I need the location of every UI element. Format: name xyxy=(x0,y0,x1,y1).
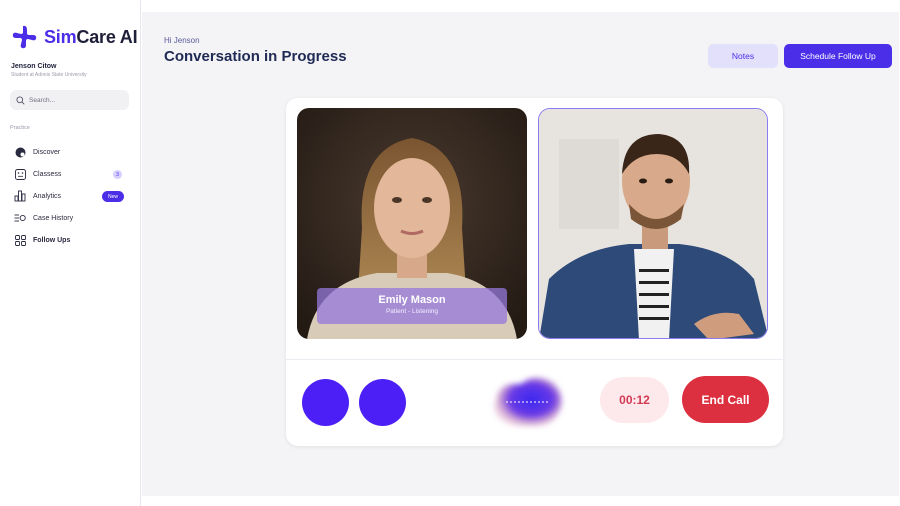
search-input[interactable]: Search... xyxy=(10,90,129,110)
camera-toggle-button[interactable] xyxy=(359,379,406,426)
sidebar-item-label: Follow Ups xyxy=(33,236,71,244)
sidebar-item-case-history[interactable]: Case History xyxy=(14,207,128,229)
notes-button[interactable]: Notes xyxy=(708,44,778,68)
sidebar-item-classes[interactable]: Classess 3 xyxy=(14,163,128,185)
classes-icon xyxy=(14,168,26,180)
sidebar-nav: Discover Classess 3 Analytics New Case H… xyxy=(14,141,128,251)
sidebar: SimCare AI Jenson Citow Student at Adoni… xyxy=(0,0,141,506)
schedule-follow-up-button[interactable]: Schedule Follow Up xyxy=(784,44,892,68)
user-name: Jenson Citow xyxy=(11,63,57,70)
patient-video: Emily Mason Patient - Listening xyxy=(297,108,527,339)
voice-wave-icon xyxy=(494,377,562,427)
sidebar-item-discover[interactable]: Discover xyxy=(14,141,128,163)
user-video xyxy=(538,108,768,339)
greeting: Hi Jenson xyxy=(164,36,200,45)
brand-logo[interactable]: SimCare AI xyxy=(12,24,138,50)
sidebar-item-follow-ups[interactable]: Follow Ups xyxy=(14,229,128,251)
end-call-button[interactable]: End Call xyxy=(682,376,769,423)
search-placeholder: Search... xyxy=(29,96,56,104)
divider xyxy=(286,359,783,360)
patient-name: Emily Mason xyxy=(378,294,446,306)
discover-icon xyxy=(14,146,26,158)
count-badge: 3 xyxy=(113,170,122,179)
call-panel: Emily Mason Patient - Listening 00:12 En… xyxy=(286,98,783,446)
user-subtitle: Student at Adonis State University xyxy=(11,72,87,78)
page-title: Conversation in Progress xyxy=(164,48,347,65)
section-label-practice: Practice xyxy=(10,125,30,131)
sidebar-item-analytics[interactable]: Analytics New xyxy=(14,185,128,207)
search-icon xyxy=(16,95,25,105)
mic-toggle-button[interactable] xyxy=(302,379,349,426)
follow-ups-icon xyxy=(14,234,26,246)
patient-caption: Emily Mason Patient - Listening xyxy=(317,288,507,324)
sidebar-item-label: Classess xyxy=(33,170,62,178)
sidebar-item-label: Case History xyxy=(33,214,74,222)
app-window: SimCare AI Jenson Citow Student at Adoni… xyxy=(0,0,900,506)
new-badge: New xyxy=(102,191,124,202)
brand-name: SimCare AI xyxy=(44,26,138,47)
main-content: Hi Jenson Conversation in Progress Notes… xyxy=(142,12,899,496)
call-timer: 00:12 xyxy=(600,377,669,423)
user-video-image xyxy=(539,109,767,338)
patient-status: Patient - Listening xyxy=(385,308,439,315)
case-history-icon xyxy=(14,212,26,224)
sidebar-item-label: Discover xyxy=(33,148,61,156)
analytics-icon xyxy=(14,190,26,202)
sidebar-item-label: Analytics xyxy=(33,192,62,200)
plus-logo-icon xyxy=(12,25,37,49)
